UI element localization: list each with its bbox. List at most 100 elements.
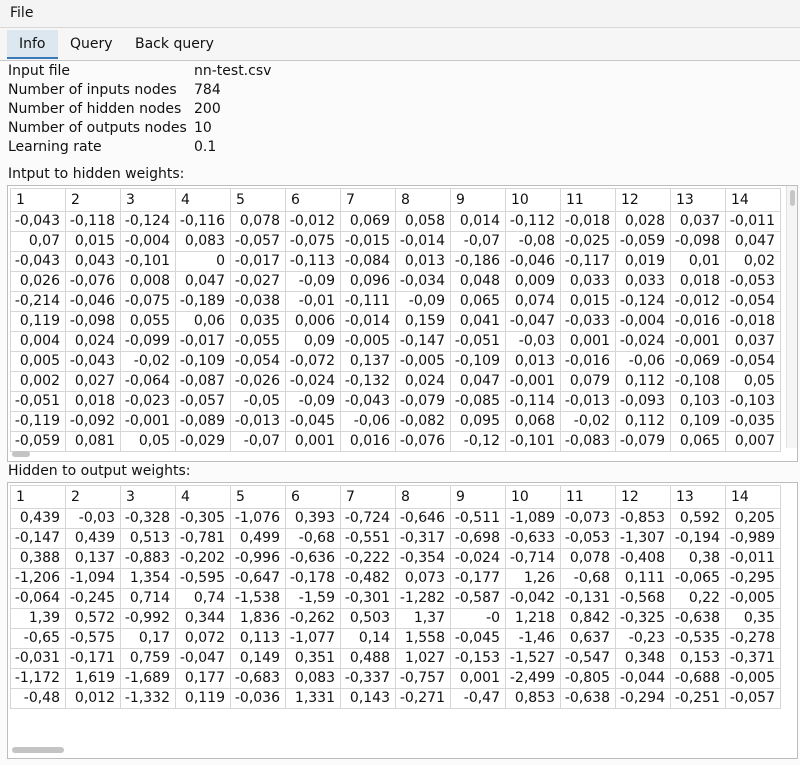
weight-cell[interactable]: -0,064 [120,371,176,392]
weight-cell[interactable]: -0,119 [10,411,66,432]
weight-cell[interactable]: 0,016 [340,431,396,452]
weight-cell[interactable]: 0,05 [120,431,176,452]
weight-cell[interactable]: 0,74 [175,588,231,609]
weight-cell[interactable]: 0,065 [450,291,506,312]
input-hidden-weights-table[interactable]: 1 2 3 4 5 6 7 8 9 10 11 12 13 14 -0,043 -0,118 -0,124 -0,… [7,185,798,462]
weight-cell[interactable]: -0,024 [615,331,671,352]
weight-cell[interactable]: 0,001 [450,668,506,689]
weight-cell[interactable]: 0,439 [65,528,121,549]
weight-cell[interactable]: -0,186 [450,251,506,272]
weight-cell[interactable]: 1,39 [10,608,66,629]
weight-cell[interactable]: -0,043 [10,211,66,232]
column-header[interactable]: 5 [230,188,286,212]
weight-cell[interactable]: -0,024 [285,371,341,392]
weight-cell[interactable]: -0,178 [285,568,341,589]
horizontal-scrollbar[interactable] [10,747,780,754]
weight-cell[interactable]: 0,001 [285,431,341,452]
column-header[interactable]: 6 [285,188,341,212]
weight-cell[interactable]: 0,069 [340,211,396,232]
weight-cell[interactable]: 0,055 [120,311,176,332]
weight-cell[interactable]: -1,206 [10,568,66,589]
weight-cell[interactable]: -0,013 [230,411,286,432]
weight-cell[interactable]: 0,074 [505,291,561,312]
weight-cell[interactable]: -0,117 [560,251,616,272]
tab-query[interactable]: Query [58,30,125,59]
weight-cell[interactable]: 0,047 [450,371,506,392]
column-header[interactable]: 13 [670,188,726,212]
weight-cell[interactable]: -1,527 [505,648,561,669]
weight-cell[interactable]: -0,194 [670,528,726,549]
weight-cell[interactable]: 0,05 [725,371,781,392]
weight-cell[interactable]: -1,172 [10,668,66,689]
weight-cell[interactable]: -0,004 [120,231,176,252]
weight-cell[interactable]: -0,011 [725,548,781,569]
weight-cell[interactable]: 0,047 [725,231,781,252]
weight-cell[interactable]: -1,59 [285,588,341,609]
weight-cell[interactable]: 0,079 [560,371,616,392]
column-header[interactable]: 11 [560,485,616,509]
weight-cell[interactable]: -0,02 [120,351,176,372]
weight-cell[interactable]: 1,37 [395,608,451,629]
weight-cell[interactable]: 0,002 [10,371,66,392]
column-header[interactable]: 2 [65,188,121,212]
weight-cell[interactable]: 0,113 [230,628,286,649]
weight-cell[interactable]: -0,535 [670,628,726,649]
weight-cell[interactable]: 1,26 [505,568,561,589]
weight-cell[interactable]: 0,096 [340,271,396,292]
weight-cell[interactable]: 0,842 [560,608,616,629]
weight-cell[interactable]: -0,016 [670,311,726,332]
weight-cell[interactable]: -0,076 [395,431,451,452]
weight-cell[interactable]: -0,09 [285,391,341,412]
weight-cell[interactable]: -0,098 [65,311,121,332]
weight-cell[interactable]: 0,001 [560,331,616,352]
weight-cell[interactable]: -0,222 [340,548,396,569]
weight-cell[interactable]: -0,001 [120,411,176,432]
weight-cell[interactable]: -0,551 [340,528,396,549]
weight-cell[interactable]: -0,113 [285,251,341,272]
weight-cell[interactable]: -0,245 [65,588,121,609]
weight-cell[interactable]: -1,332 [120,688,176,709]
weight-cell[interactable]: -0,06 [615,351,671,372]
weight-cell[interactable]: 0,35 [725,608,781,629]
weight-cell[interactable]: -0,01 [285,291,341,312]
weight-cell[interactable]: -0,65 [10,628,66,649]
weight-cell[interactable]: 0,513 [120,528,176,549]
weight-cell[interactable]: 0,047 [175,271,231,292]
weight-cell[interactable]: 0,111 [615,568,671,589]
weight-cell[interactable]: -0,092 [65,411,121,432]
weight-cell[interactable]: 0,637 [560,628,616,649]
weight-cell[interactable]: -0,317 [395,528,451,549]
weight-cell[interactable]: -0,053 [725,271,781,292]
column-header[interactable]: 10 [505,485,561,509]
weight-cell[interactable]: 0,17 [120,628,176,649]
column-header[interactable]: 6 [285,485,341,509]
weight-cell[interactable]: 0,013 [505,351,561,372]
weight-cell[interactable]: 0,028 [615,211,671,232]
weight-cell[interactable]: -0,054 [725,351,781,372]
weight-cell[interactable]: -0,989 [725,528,781,549]
weight-cell[interactable]: -0,018 [560,211,616,232]
weight-cell[interactable]: -0,059 [615,231,671,252]
weight-cell[interactable]: -0,047 [175,648,231,669]
weight-cell[interactable]: -0,09 [285,271,341,292]
weight-cell[interactable]: 0,344 [175,608,231,629]
weight-cell[interactable]: -0,12 [450,431,506,452]
weight-cell[interactable]: -0,646 [395,508,451,529]
weight-cell[interactable]: -0,03 [65,508,121,529]
horizontal-scrollbar-thumb[interactable] [12,451,30,457]
weight-cell[interactable]: -0,055 [230,331,286,352]
weight-cell[interactable]: -0,075 [285,231,341,252]
column-header[interactable]: 7 [340,188,396,212]
weight-cell[interactable]: -0,017 [175,331,231,352]
weight-cell[interactable]: -0,575 [65,628,121,649]
weight-cell[interactable]: 0,103 [670,391,726,412]
column-header[interactable]: 14 [725,188,781,212]
weight-cell[interactable]: -0,171 [65,648,121,669]
weight-cell[interactable]: 0,037 [725,331,781,352]
weight-cell[interactable]: -0,301 [340,588,396,609]
weight-cell[interactable]: 0,081 [65,431,121,452]
column-header[interactable]: 10 [505,188,561,212]
weight-cell[interactable]: -0,587 [450,588,506,609]
weight-cell[interactable]: 0,393 [285,508,341,529]
weight-cell[interactable]: -0,883 [120,548,176,569]
